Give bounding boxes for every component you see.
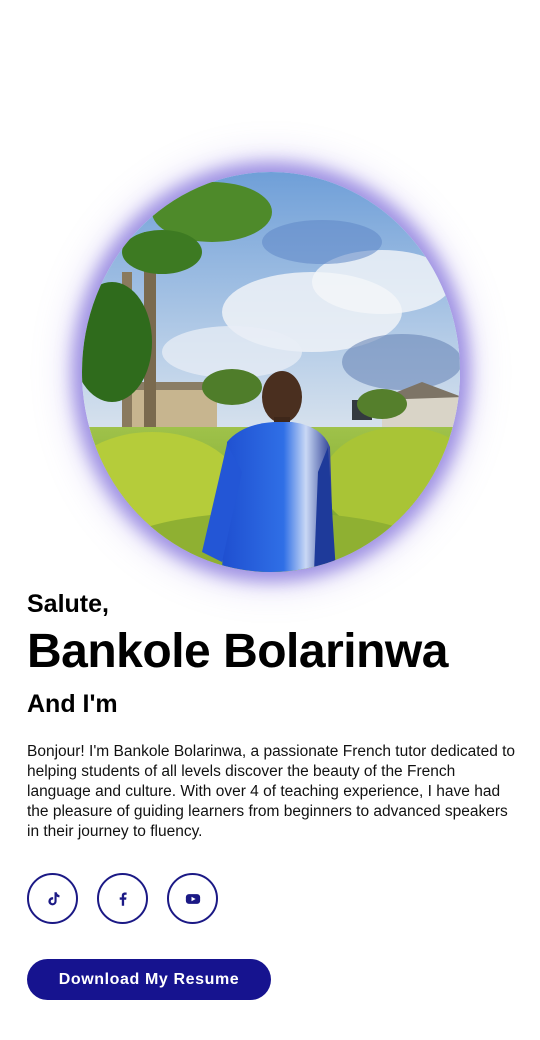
tiktok-button[interactable] [27,873,78,924]
bio-paragraph: Bonjour! I'm Bankole Bolarinwa, a passio… [27,743,516,840]
download-resume-button[interactable]: Download My Resume [27,959,271,1000]
profile-photo-container [82,172,460,572]
youtube-icon [185,893,200,904]
facebook-icon [119,891,127,906]
profile-photo [82,172,460,572]
tiktok-icon [47,891,59,905]
facebook-button[interactable] [97,873,148,924]
greeting-text: Salute, [27,590,109,618]
subtitle-text: And I'm [27,690,118,718]
profile-photo-image [82,172,460,572]
youtube-button[interactable] [167,873,218,924]
profile-name: Bankole Bolarinwa [27,625,448,678]
social-links [27,873,218,924]
